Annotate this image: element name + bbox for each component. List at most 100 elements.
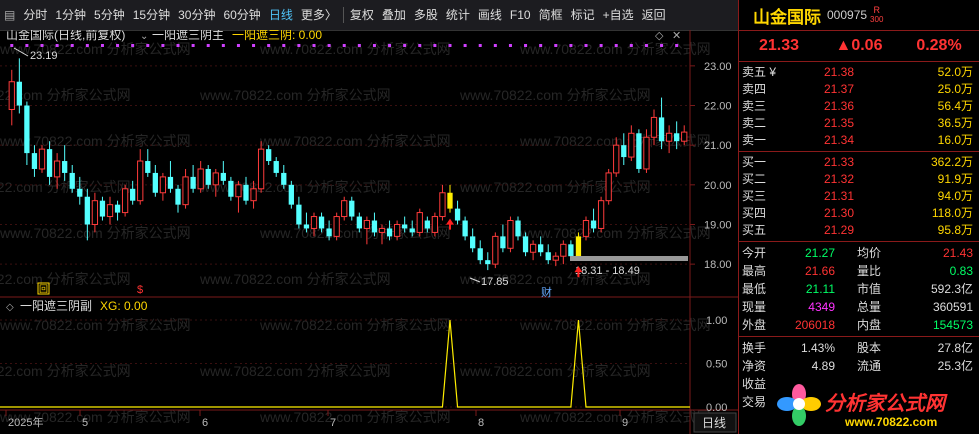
toolbar-item[interactable]: 叠加 (378, 0, 410, 30)
candle[interactable] (296, 196, 302, 229)
candle[interactable] (552, 252, 559, 267)
toolbar-item[interactable]: 分时 (19, 0, 51, 30)
order-row[interactable]: 卖一 21.34 16.0万 (739, 132, 979, 149)
candle[interactable] (605, 168, 612, 205)
order-row[interactable]: 买二 21.32 91.9万 (739, 171, 979, 188)
candle[interactable] (38, 145, 46, 173)
candle[interactable] (62, 145, 68, 181)
candle[interactable] (529, 240, 537, 261)
candle[interactable] (439, 184, 446, 221)
candle[interactable] (167, 161, 174, 193)
order-row[interactable]: 买一 21.33 362.2万 (739, 154, 979, 171)
kline-chart-area[interactable]: www.70822.com 分析家公式网 www.70822.com 分析家公式网… (0, 30, 738, 434)
candle[interactable] (628, 125, 635, 162)
stat-label-2: 市值 (856, 282, 881, 296)
dollar-marker[interactable]: $ (137, 284, 143, 296)
toolbar-item[interactable]: 多股 (410, 0, 442, 30)
toolbar-item[interactable]: 标记 (567, 0, 599, 30)
toolbar-item[interactable]: 复权 (346, 0, 378, 30)
toolbar-item[interactable]: 画线 (474, 0, 506, 30)
toolbar-item[interactable]: F10 (506, 0, 535, 30)
candle[interactable] (197, 161, 204, 193)
toolbar-menu-icon[interactable]: ▤ (0, 0, 19, 30)
signal-dot (116, 44, 120, 47)
candle[interactable] (597, 196, 605, 233)
toolbar-item[interactable]: 更多〉 (297, 0, 341, 30)
candle[interactable] (492, 232, 499, 269)
order-row[interactable]: 卖五 ¥ 21.38 52.0万 (739, 64, 979, 81)
candle[interactable] (8, 69, 15, 126)
candle[interactable] (24, 101, 30, 165)
candle[interactable] (114, 200, 121, 221)
toolbar-item[interactable]: +自选 (599, 0, 638, 30)
candle[interactable] (470, 228, 476, 253)
candle[interactable] (273, 157, 279, 177)
indicator-name[interactable]: 一阳遮三阴主 (152, 30, 224, 42)
quote-stats: 今开 21.27 均价 21.43 最高 21.66 量比 0.83 最低 21.11 市值 592.… (739, 242, 979, 337)
watermark-text: www.70822.com 分析家公式网 (199, 363, 391, 379)
candle[interactable] (257, 141, 265, 193)
candle[interactable] (431, 212, 439, 237)
candle[interactable] (333, 212, 340, 241)
toolbar-item[interactable]: 简框 (535, 0, 567, 30)
candle[interactable] (152, 165, 158, 197)
site-logo: 分析家公式网 www.70822.com (777, 382, 977, 430)
order-row[interactable]: 买三 21.31 94.0万 (739, 188, 979, 205)
candle[interactable] (454, 200, 461, 225)
toolbar-item[interactable]: 日线 (265, 0, 297, 30)
toolbar-item[interactable]: 统计 (442, 0, 474, 30)
candle[interactable] (99, 196, 106, 221)
signal-dot (660, 44, 664, 47)
close-icon[interactable]: ✕ (672, 30, 681, 42)
toolbar-item[interactable]: 1分钟 (51, 0, 90, 30)
watermark-text: www.70822.com 分析家公式网 (259, 317, 451, 333)
order-row[interactable]: 买四 21.30 118.0万 (739, 205, 979, 222)
candle[interactable] (106, 196, 114, 225)
candle[interactable] (190, 165, 196, 193)
watermark-text: www.70822.com 分析家公式网 (519, 317, 711, 333)
diamond-icon[interactable]: ◇ (655, 30, 664, 42)
candle[interactable] (121, 184, 129, 217)
candle[interactable] (545, 244, 551, 265)
candle[interactable] (182, 168, 189, 209)
candle[interactable] (560, 240, 567, 265)
candle[interactable] (500, 224, 506, 253)
order-row[interactable]: 买五 21.29 95.8万 (739, 222, 979, 239)
candle[interactable] (477, 240, 483, 265)
candle[interactable] (447, 184, 453, 213)
candle[interactable] (349, 196, 355, 221)
candle[interactable] (145, 149, 151, 177)
toolbar-item[interactable]: 5分钟 (90, 0, 129, 30)
candle[interactable] (582, 216, 590, 241)
period-toolbar: ▤ 分时 1分钟 5分钟 15分钟 30分钟 60分钟 日线 更多〉 复权 叠加 多股 统计 画线 F1… (0, 0, 738, 31)
candle[interactable] (507, 216, 514, 253)
stat-value-2: 592.3亿 (930, 282, 973, 296)
signal-dot (221, 44, 225, 47)
candle[interactable] (69, 165, 75, 193)
candle[interactable] (235, 180, 242, 213)
chevron-down-icon[interactable]: ⌄ (140, 31, 148, 42)
finance-marker[interactable]: 财 (541, 285, 552, 299)
candle[interactable] (288, 180, 294, 209)
quote-header: 山金国际 000975 R 300 (739, 0, 979, 31)
toolbar-item[interactable]: 15分钟 (129, 0, 174, 30)
candle[interactable] (416, 208, 423, 237)
candle[interactable] (462, 216, 468, 241)
candle[interactable] (16, 58, 22, 114)
candle[interactable] (159, 172, 167, 201)
order-price: 21.30 (823, 206, 854, 220)
order-row[interactable]: 卖四 21.37 25.0万 (739, 81, 979, 98)
order-row[interactable]: 卖三 21.36 56.4万 (739, 98, 979, 115)
toolbar-item[interactable]: 30分钟 (174, 0, 219, 30)
candle[interactable] (636, 129, 642, 173)
order-row[interactable]: 卖二 21.35 36.5万 (739, 115, 979, 132)
candle[interactable] (175, 184, 181, 213)
signal-dot (161, 44, 165, 47)
toolbar-item[interactable]: 60分钟 (219, 0, 264, 30)
candle[interactable] (137, 149, 144, 205)
candle[interactable] (31, 145, 38, 177)
toolbar-item[interactable]: 返回 (638, 0, 670, 30)
candle[interactable] (485, 252, 491, 271)
candle[interactable] (341, 196, 348, 221)
order-level: 买三 (742, 189, 767, 203)
